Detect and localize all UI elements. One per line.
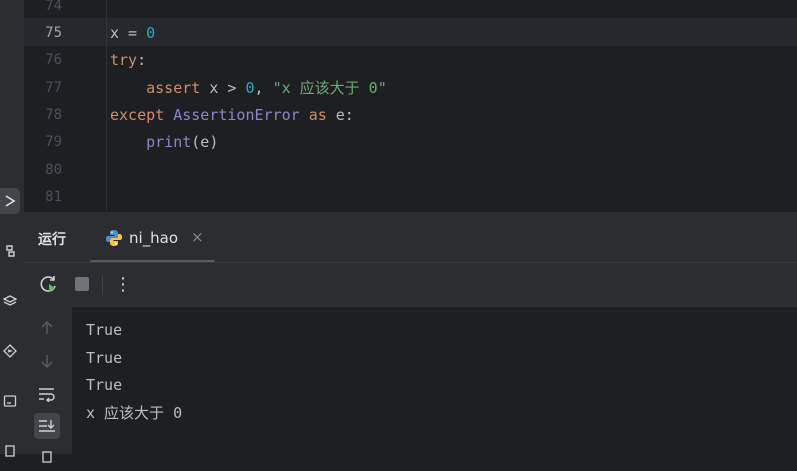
code-token: x > (200, 79, 246, 97)
terminal-icon (3, 395, 17, 407)
rerun-button[interactable] (38, 273, 60, 295)
left-tool-strip (0, 0, 24, 457)
code-token: as (308, 106, 327, 124)
run-tab-label: ni_hao (129, 229, 179, 247)
layers-button[interactable] (0, 288, 20, 314)
print-button[interactable] (34, 445, 60, 471)
scroll-to-end-icon (39, 420, 55, 432)
code-token: e: (326, 106, 354, 124)
arrow-up-icon (41, 320, 53, 334)
close-icon[interactable]: × (191, 228, 204, 246)
code-token: (e) (191, 133, 219, 151)
layers-icon (3, 295, 17, 306)
line-number: 78 (45, 107, 62, 123)
code-line[interactable]: try: (110, 51, 146, 69)
code-token: 0 (245, 79, 255, 97)
code-line[interactable]: x = 0 (110, 24, 155, 42)
run-tool-button[interactable] (0, 188, 20, 214)
line-number: 75 (45, 25, 62, 41)
soft-wrap-button[interactable] (34, 381, 60, 407)
code-line[interactable]: assert x > 0, "x 应该大于 0" (110, 79, 387, 97)
code-editor[interactable]: 74 75 x = 0 76 try: 77 assert x > 0, "x 应该大于 … (24, 0, 797, 210)
services-icon (3, 344, 17, 358)
arrow-down-icon (41, 355, 53, 369)
more-options-button[interactable]: ⋮ (112, 273, 134, 295)
console-line: True (86, 321, 123, 339)
line-number: 80 (45, 162, 62, 178)
console-line: True (86, 307, 122, 311)
console-line: True (86, 376, 123, 394)
run-panel-title: 运行 (38, 232, 66, 248)
problems-icon (5, 445, 15, 457)
line-number: 81 (45, 189, 62, 205)
code-token: AssertionError (173, 106, 300, 124)
line-number: 77 (45, 80, 62, 96)
stop-button[interactable] (71, 273, 93, 295)
code-line[interactable]: except AssertionError as e: (110, 106, 354, 124)
code-token: "x 应该大于 0" (272, 79, 387, 97)
code-token: print (146, 133, 192, 151)
console-line: True (86, 349, 123, 367)
more-icon: ⋮ (114, 273, 132, 295)
rerun-icon (40, 276, 56, 292)
code-token: except (110, 106, 165, 124)
scroll-up-button[interactable] (34, 315, 60, 341)
problems-button[interactable] (0, 438, 20, 464)
print-icon (42, 451, 52, 463)
terminal-button[interactable] (0, 388, 20, 414)
soft-wrap-icon (39, 388, 55, 402)
line-number: 74 (45, 0, 62, 14)
python-icon (106, 230, 122, 246)
line-number: 79 (45, 134, 62, 150)
code-token: , (254, 79, 273, 97)
code-token: 0 (146, 24, 156, 42)
run-tab-ni-hao[interactable]: ni_hao × (104, 220, 214, 260)
toolbar-divider (102, 275, 103, 295)
scroll-down-button[interactable] (34, 348, 60, 374)
code-token: x = (110, 24, 147, 42)
code-token: assert (146, 79, 201, 97)
console-output[interactable]: True True True True x 应该大于 0 (72, 307, 797, 454)
line-number: 76 (45, 52, 62, 68)
stop-icon (75, 277, 89, 291)
scroll-to-end-button[interactable] (34, 413, 60, 439)
python-packages-icon (6, 245, 15, 257)
run-icon (5, 195, 16, 207)
code-token: : (137, 51, 147, 69)
run-panel-header: 运行 ni_hao × (24, 211, 797, 263)
python-packages-button[interactable] (0, 238, 20, 264)
console-line: x 应该大于 0 (86, 404, 183, 422)
run-toolbar: ⋮ (24, 262, 797, 308)
code-line[interactable]: print(e) (110, 133, 218, 151)
console-side-toolbar (24, 307, 72, 463)
services-button[interactable] (0, 338, 20, 364)
code-token: try (110, 51, 138, 69)
indent-guide (106, 0, 107, 210)
